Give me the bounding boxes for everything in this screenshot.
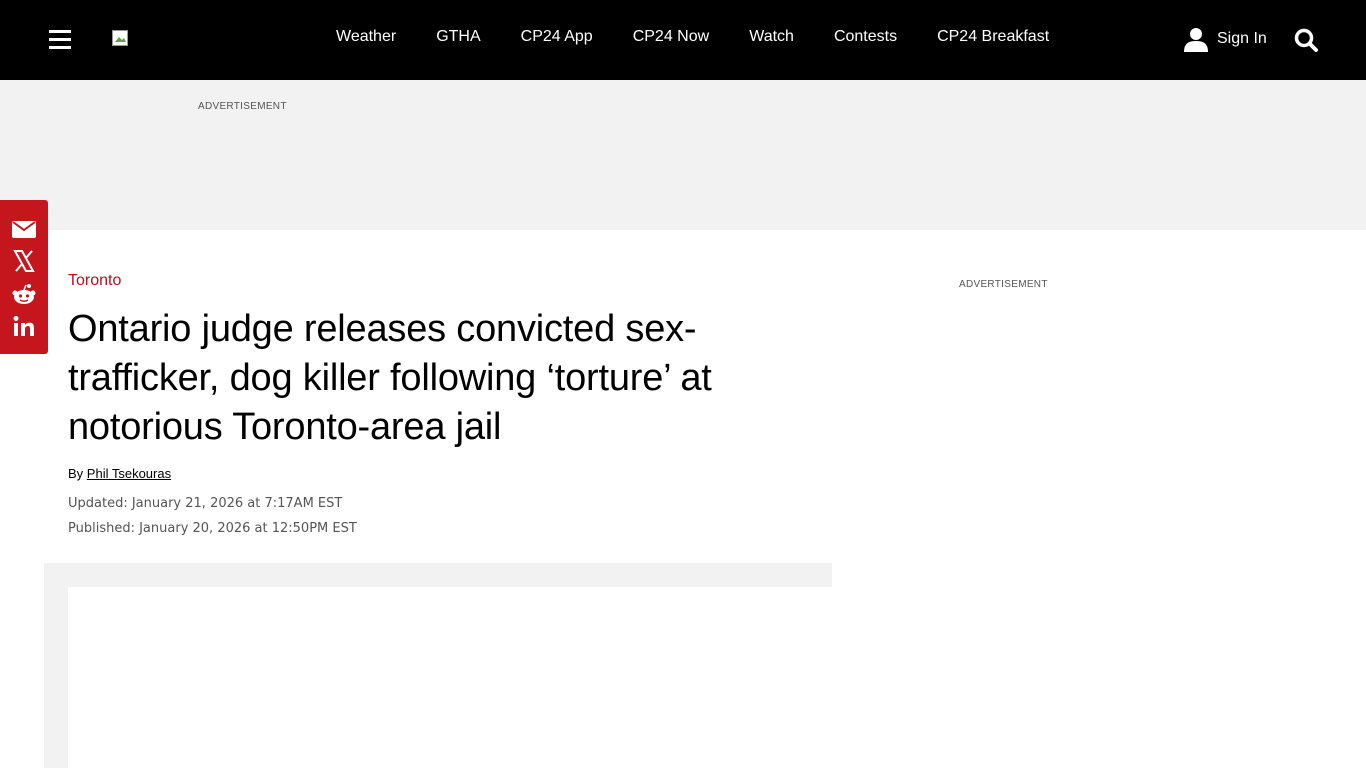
email-icon[interactable] xyxy=(12,217,36,241)
top-ad-banner: ADVERTISEMENT xyxy=(0,80,1366,230)
updated-timestamp: Updated: January 21, 2026 at 7:17AM EST xyxy=(68,496,343,511)
article-media-container xyxy=(44,563,832,768)
search-icon[interactable] xyxy=(1294,28,1318,57)
site-logo[interactable] xyxy=(112,30,128,46)
reddit-icon[interactable] xyxy=(12,282,36,306)
nav-cp24-now[interactable]: CP24 Now xyxy=(633,28,709,46)
main-nav: Weather GTHA CP24 App CP24 Now Watch Con… xyxy=(336,28,1089,46)
nav-cp24-breakfast[interactable]: CP24 Breakfast xyxy=(937,28,1049,46)
byline-prefix: By xyxy=(68,466,84,481)
x-icon[interactable] xyxy=(12,249,36,273)
menu-icon[interactable] xyxy=(49,29,71,49)
user-icon xyxy=(1184,28,1208,52)
article-headline: Ontario judge releases convicted sex-tra… xyxy=(68,308,712,448)
nav-contests[interactable]: Contests xyxy=(834,28,897,46)
ad-label: ADVERTISEMENT xyxy=(198,101,287,112)
published-timestamp: Published: January 20, 2026 at 12:50PM E… xyxy=(68,521,357,536)
nav-watch[interactable]: Watch xyxy=(749,28,794,46)
sign-in-label: Sign In xyxy=(1217,30,1267,47)
nav-weather[interactable]: Weather xyxy=(336,28,396,46)
linkedin-icon[interactable] xyxy=(12,314,36,338)
nav-gtha[interactable]: GTHA xyxy=(436,28,480,46)
byline: By Phil Tsekouras xyxy=(68,466,171,481)
side-ad-label: ADVERTISEMENT xyxy=(959,279,1048,290)
site-header: Weather GTHA CP24 App CP24 Now Watch Con… xyxy=(0,0,1366,80)
share-rail xyxy=(0,200,48,354)
media-placeholder xyxy=(68,587,832,768)
nav-cp24-app[interactable]: CP24 App xyxy=(521,28,593,46)
section-link-toronto[interactable]: Toronto xyxy=(68,272,121,290)
author-link[interactable]: Phil Tsekouras xyxy=(87,466,171,481)
sign-in-button[interactable]: Sign In xyxy=(1183,26,1267,52)
